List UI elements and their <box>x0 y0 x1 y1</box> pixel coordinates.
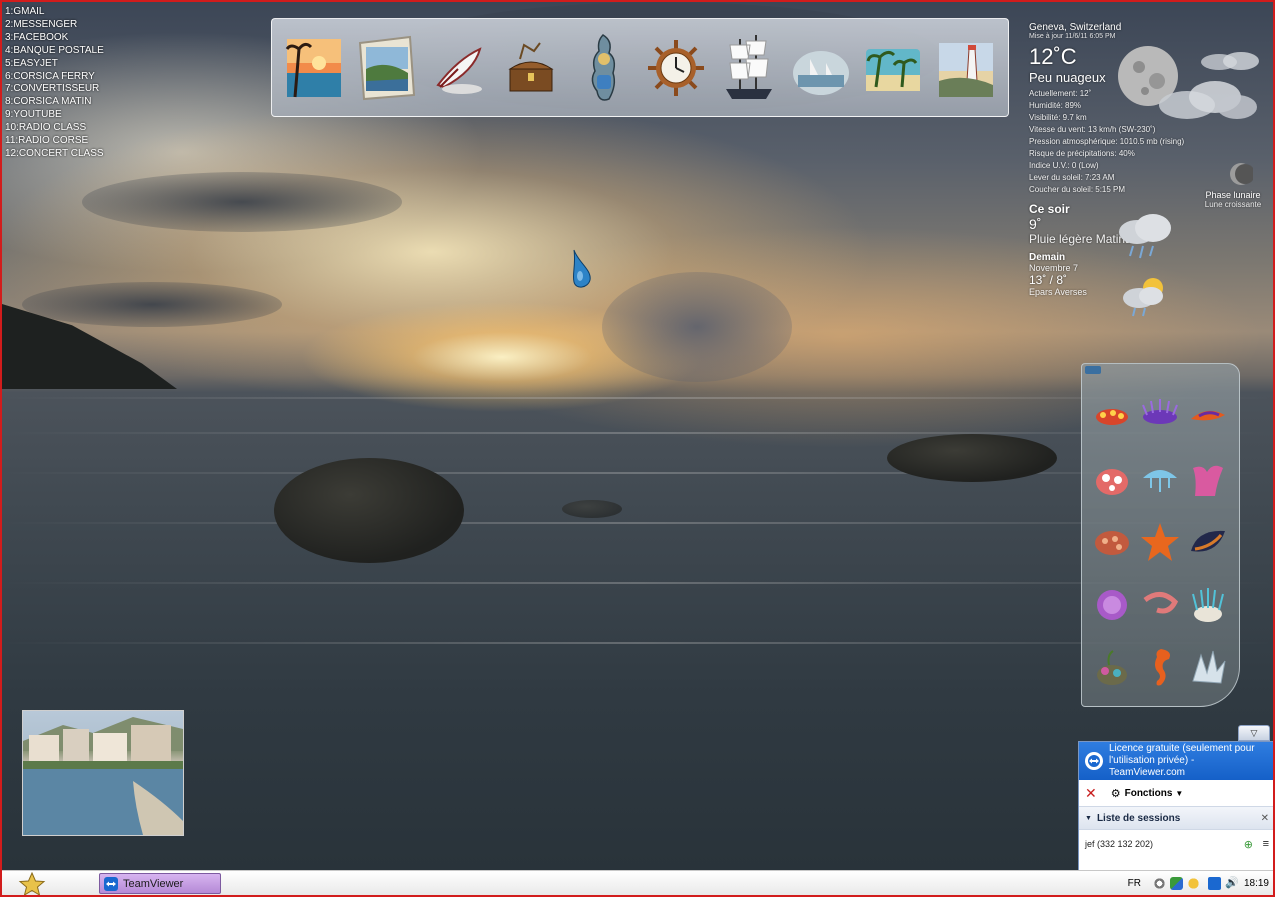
sea-slug-purple-icon[interactable] <box>1136 384 1184 447</box>
license-text: Licence gratuite (seulement pour l'utili… <box>1109 743 1255 778</box>
taskbar-item-label: TeamViewer <box>123 877 184 890</box>
weather-detail: Vitesse du vent: 13 km/h (SW-230˚) <box>1029 125 1156 134</box>
icon-dock <box>271 18 1009 117</box>
shortcut-item[interactable]: 9:YOUTUBE <box>5 109 104 122</box>
tropical-beach-icon[interactable] <box>861 27 925 109</box>
session-status-icon[interactable]: ⊕ <box>1244 838 1253 851</box>
small-moon-icon <box>1230 163 1253 185</box>
shortcut-list: 1:GMAIL 2:MESSENGER 3:FACEBOOK 4:BANQUE … <box>5 6 104 161</box>
functions-gear-icon: ⚙ <box>1110 787 1121 800</box>
starfish-icon[interactable] <box>1136 510 1184 573</box>
shortcut-item[interactable]: 11:RADIO CORSE <box>5 135 104 148</box>
harbor-photo <box>23 717 183 835</box>
teamviewer-panel: Licence gratuite (seulement pour l'utili… <box>1078 741 1273 871</box>
jellyfish-blue-icon[interactable] <box>1136 447 1184 510</box>
weather-detail: Risque de précipitations: 40% <box>1029 149 1135 158</box>
sea-creatures-gadget <box>1081 363 1240 707</box>
cloud-icon <box>1159 81 1257 119</box>
shortcut-item[interactable]: 7:CONVERTISSEUR <box>5 83 104 96</box>
cloud-icon <box>1201 52 1259 70</box>
nudibranch-orange-icon[interactable] <box>1184 384 1232 447</box>
shortcut-item[interactable]: 2:MESSENGER <box>5 19 104 32</box>
teamviewer-icon <box>104 876 118 891</box>
shortcut-item[interactable]: 12:CONCERT CLASS <box>5 148 104 161</box>
anemone-icon[interactable] <box>1184 573 1232 636</box>
session-list-title: Liste de sessions <box>1096 812 1181 824</box>
close-session-icon[interactable]: ✕ <box>1085 785 1097 802</box>
mussel-icon[interactable] <box>1184 510 1232 573</box>
weather-updated: Mise à jour 11/6/11 6:05 PM <box>1029 33 1116 40</box>
sea-urchin-icon[interactable] <box>1088 573 1136 636</box>
shortcut-item[interactable]: 10:RADIO CLASS <box>5 122 104 135</box>
weather-gadget: Geneva, Switzerland Mise à jour 11/6/11 … <box>1029 22 1269 317</box>
taskbar: TeamViewer FR 🔊 18:19 <box>2 870 1273 896</box>
volume-icon[interactable]: 🔊 <box>1225 877 1239 890</box>
tray-teamviewer-icon[interactable] <box>1207 877 1221 890</box>
treasure-chest-icon[interactable] <box>499 27 563 109</box>
teamviewer-logo-icon <box>1085 752 1103 770</box>
moon-phase-value: Lune croissante <box>1204 200 1262 209</box>
tomorrow-date: Novembre 7 <box>1029 263 1079 273</box>
water-drop-cursor-icon <box>572 249 591 288</box>
language-indicator[interactable]: FR <box>1128 878 1141 889</box>
crystal-shell-icon[interactable] <box>1184 636 1232 699</box>
tray-app-icon[interactable] <box>1152 877 1166 890</box>
weather-location: Geneva, Switzerland <box>1029 22 1122 33</box>
gadget-tab[interactable] <box>1085 366 1101 374</box>
shortcut-item[interactable]: 3:FACEBOOK <box>5 32 104 45</box>
session-menu-icon[interactable]: ≡ <box>1263 838 1269 850</box>
collapse-panel-button[interactable]: ▽ <box>1238 725 1270 741</box>
sailing-ship-icon[interactable] <box>717 27 781 109</box>
seahorse-icon[interactable] <box>1136 636 1184 699</box>
moon-phase-label: Phase lunaire <box>1205 190 1261 200</box>
harbor-painting-icon[interactable] <box>789 27 853 109</box>
nudibranch-red-icon[interactable] <box>1088 384 1136 447</box>
sea-sponge-pink-icon[interactable] <box>1184 447 1232 510</box>
beach-sunset-painting-icon[interactable] <box>282 27 346 109</box>
shortcut-item[interactable]: 4:BANQUE POSTALE <box>5 45 104 58</box>
shortcut-item[interactable]: 1:GMAIL <box>5 6 104 19</box>
tray-messenger-icon[interactable] <box>1186 877 1200 890</box>
session-entry-label: jef (332 132 202) <box>1085 839 1154 849</box>
sea-weed-icon[interactable] <box>1088 636 1136 699</box>
functions-menu[interactable]: Fonctions <box>1125 788 1173 799</box>
shrimp-icon[interactable] <box>1136 573 1184 636</box>
quill-pen-icon[interactable] <box>427 27 491 109</box>
shortcut-item[interactable]: 6:CORSICA FERRY <box>5 71 104 84</box>
session-entry[interactable]: jef (332 132 202) ⊕ ≡ <box>1079 830 1273 858</box>
tray-network-icon[interactable] <box>1169 877 1183 890</box>
sun-rain-cloud-icon <box>1123 278 1163 317</box>
chevron-down-icon[interactable]: ▼ <box>1085 815 1092 822</box>
corsica-map-icon[interactable] <box>572 27 636 109</box>
lighthouse-painting-icon[interactable] <box>934 27 998 109</box>
coral-red-icon[interactable] <box>1088 447 1136 510</box>
start-star-button[interactable] <box>16 872 48 896</box>
chevron-down-icon: ▼ <box>1175 788 1184 798</box>
system-tray: FR 🔊 18:19 <box>1128 873 1269 894</box>
close-icon[interactable]: ✕ <box>1261 813 1269 824</box>
ship-wheel-clock-icon[interactable] <box>644 27 708 109</box>
taskbar-item-teamviewer[interactable]: TeamViewer <box>99 873 221 894</box>
photo-frame-gadget[interactable] <box>22 710 184 836</box>
teamviewer-banner[interactable]: Licence gratuite (seulement pour l'utili… <box>1079 742 1273 780</box>
coast-painting-icon[interactable] <box>355 27 419 109</box>
rain-cloud-icon <box>1119 214 1171 259</box>
desktop: 1:GMAIL 2:MESSENGER 3:FACEBOOK 4:BANQUE … <box>0 0 1275 897</box>
clock[interactable]: 18:19 <box>1244 878 1269 889</box>
shell-coral-icon[interactable] <box>1088 510 1136 573</box>
weather-detail: Pression atmosphérique: 1010.5 mb (risin… <box>1029 137 1185 146</box>
shortcut-item[interactable]: 5:EASYJET <box>5 58 104 71</box>
shortcut-item[interactable]: 8:CORSICA MATIN <box>5 96 104 109</box>
